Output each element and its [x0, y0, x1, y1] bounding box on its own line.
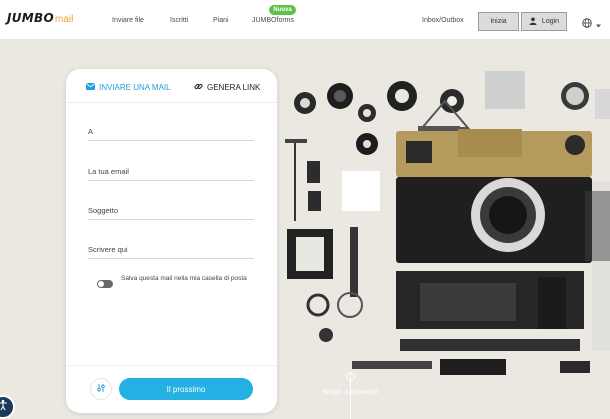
next-button[interactable]: Il prossimo — [119, 378, 253, 400]
user-icon — [529, 17, 537, 27]
send-mail-card: INVIARE UNA MAIL GENERA LINK A La tua em… — [66, 69, 277, 413]
recipient-placeholder: A — [88, 127, 94, 136]
globe-icon — [582, 15, 592, 33]
save-mail-toggle[interactable] — [97, 280, 113, 288]
chevron-down-icon — [596, 15, 601, 33]
nav-inviare-file[interactable]: Inviare file — [112, 17, 144, 24]
link-icon — [194, 82, 203, 93]
save-mail-label: Salva questa mail nella mia casella di p… — [121, 275, 247, 282]
logo-main-text: JUMBO — [7, 11, 54, 25]
subject-field[interactable]: Soggetto — [88, 206, 254, 220]
nav-inbox-outbox[interactable]: Inbox/Outbox — [422, 17, 464, 24]
logo-sub-text: mail — [55, 14, 74, 25]
card-footer-divider — [66, 365, 277, 366]
scroll-indicator-dot — [346, 372, 355, 381]
nav-piani[interactable]: Piani — [213, 17, 229, 24]
envelope-icon — [86, 82, 95, 92]
settings-button[interactable] — [90, 378, 112, 400]
jumbomail-logo[interactable]: JUMBOmail — [7, 9, 73, 25]
tab-generate-link-label: GENERA LINK — [207, 82, 261, 92]
start-button[interactable]: Inizia — [478, 12, 519, 31]
language-selector[interactable] — [582, 15, 601, 33]
subject-placeholder: Soggetto — [88, 206, 119, 215]
discover-jumbomail-link[interactable]: Scopri Jumbomail — [322, 389, 378, 396]
accessibility-icon — [0, 398, 9, 416]
sender-email-placeholder: La tua email — [88, 167, 129, 176]
next-button-label: Il prossimo — [166, 384, 206, 394]
sliders-icon — [96, 380, 106, 398]
tab-divider — [66, 102, 277, 103]
tab-generate-link[interactable]: GENERA LINK — [194, 81, 260, 93]
tab-send-mail-label: INVIARE UNA MAIL — [99, 82, 171, 92]
new-badge: Nuova — [269, 5, 296, 15]
tab-send-mail[interactable]: INVIARE UNA MAIL — [86, 81, 171, 93]
sender-email-field[interactable]: La tua email — [88, 167, 254, 181]
recipient-field[interactable]: A — [88, 127, 254, 141]
top-navigation-bar: JUMBOmail Inviare file Iscritti Piani Nu… — [0, 0, 610, 40]
nav-jumboforms[interactable]: JUMBOforms — [252, 17, 294, 24]
toggle-knob — [98, 281, 104, 287]
start-button-label: Inizia — [490, 18, 507, 25]
login-button[interactable]: Login — [521, 12, 567, 31]
login-button-label: Login — [541, 18, 560, 25]
message-field[interactable]: Scrivere qui — [88, 245, 254, 259]
nav-iscritti[interactable]: Iscritti — [170, 17, 188, 24]
message-placeholder: Scrivere qui — [88, 245, 128, 254]
